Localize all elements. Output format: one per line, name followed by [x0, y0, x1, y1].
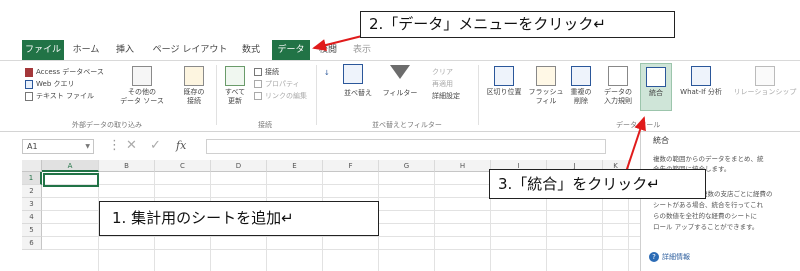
callout-step-1: 1. 集計用のシートを追加↵: [99, 201, 379, 236]
callout-step-3: 3.「統合」をクリック↵: [489, 169, 706, 199]
arrow-to-data-tab: [312, 35, 363, 51]
callout-step-2: 2.「データ」メニューをクリック↵: [360, 11, 675, 38]
